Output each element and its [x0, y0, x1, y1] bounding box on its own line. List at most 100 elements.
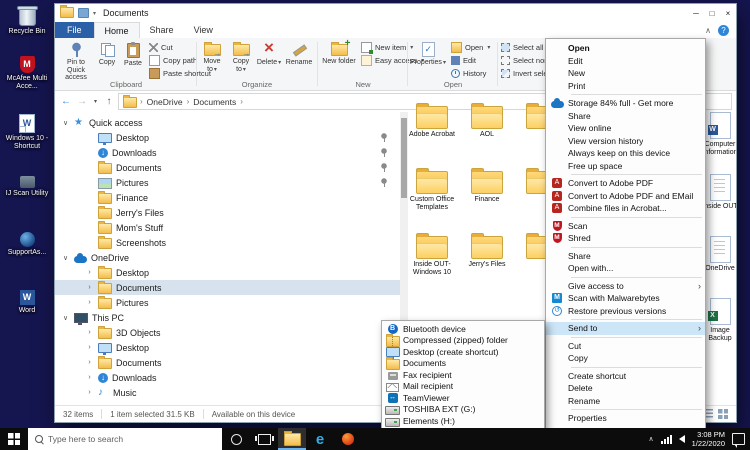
taskbar-clock[interactable]: 3:08 PM 1/22/2020 [692, 430, 725, 448]
context-menu-item-delete[interactable]: Delete [546, 382, 705, 395]
context-menu-item-open-with[interactable]: Open with... [546, 262, 705, 275]
nav-item-onedrive[interactable]: ∨OneDrive [55, 250, 400, 265]
send-to-item-compressed-zipped-folder[interactable]: Compressed (zipped) folder [382, 335, 544, 347]
edit-button[interactable]: Edit [451, 54, 490, 67]
rename-button[interactable]: Rename [284, 40, 314, 78]
file-item-custom-office-templates[interactable]: Custom Office Templates [406, 171, 458, 212]
nav-item-desktop[interactable]: ›Desktop [55, 340, 400, 355]
qat-customize-icon[interactable]: ▾ [93, 10, 96, 17]
send-to-item-teamviewer[interactable]: TeamViewer [382, 392, 544, 404]
edge-button[interactable]: e [306, 428, 334, 450]
browser-button[interactable] [334, 428, 362, 450]
minimize-button[interactable]: ─ [688, 4, 704, 22]
nav-item-screenshots[interactable]: Screenshots [55, 235, 400, 250]
context-menu-item-share[interactable]: Share [546, 250, 705, 263]
volume-icon[interactable] [679, 435, 685, 443]
context-menu-item-share[interactable]: Share [546, 110, 705, 123]
cortana-button[interactable] [222, 428, 250, 450]
paste-button[interactable]: Paste [120, 40, 146, 78]
context-menu-item-send-to[interactable]: Send to› [546, 322, 705, 335]
desktop-icon-recycle-bin[interactable]: Recycle Bin [2, 5, 52, 36]
maximize-button[interactable]: □ [704, 4, 720, 22]
move-to-button[interactable]: Move to▾ [198, 40, 226, 78]
nav-item-mom-s-stuff[interactable]: Mom's Stuff [55, 220, 400, 235]
context-menu-item-properties[interactable]: Properties [546, 412, 705, 425]
forward-button[interactable]: → [75, 96, 89, 107]
nav-item-jerry-s-files[interactable]: Jerry's Files [55, 205, 400, 220]
tab-share[interactable]: Share [140, 22, 184, 38]
network-icon[interactable] [661, 435, 672, 444]
copy-button[interactable]: Copy [95, 40, 119, 78]
nav-item-documents[interactable]: ›Documents [55, 280, 400, 295]
nav-item-music[interactable]: ›Music [55, 385, 400, 400]
context-menu-item-view-online[interactable]: View online [546, 122, 705, 135]
nav-item-documents[interactable]: ›Documents [55, 355, 400, 370]
file-item-aol[interactable]: AOL [461, 106, 513, 139]
nav-item-downloads[interactable]: ›Downloads [55, 370, 400, 385]
nav-item-quick-access[interactable]: ∨Quick access [55, 115, 400, 130]
context-menu-item-open[interactable]: Open [546, 42, 705, 55]
desktop-icon-ij-scan-utility[interactable]: IJ Scan Utility [2, 172, 52, 198]
send-to-item-fax-recipient[interactable]: Fax recipient [382, 369, 544, 381]
taskbar-search[interactable]: Type here to search [28, 428, 222, 450]
tab-file[interactable]: File [55, 22, 94, 38]
file-explorer-button[interactable] [278, 428, 306, 450]
context-menu-item-always-keep-on-this-device[interactable]: Always keep on this device [546, 147, 705, 160]
context-menu-item-rename[interactable]: Rename [546, 395, 705, 408]
context-menu-item-new[interactable]: New [546, 67, 705, 80]
context-menu-item-combine-files-in-acrobat[interactable]: Combine files in Acrobat... [546, 202, 705, 215]
recent-locations-icon[interactable]: ▾ [91, 98, 100, 105]
action-center-icon[interactable] [732, 433, 745, 445]
nav-item-desktop[interactable]: ›Desktop [55, 265, 400, 280]
delete-button[interactable]: Delete▾ [256, 40, 282, 78]
send-to-item-desktop-create-shortcut[interactable]: Desktop (create shortcut) [382, 346, 544, 358]
send-to-item-documents[interactable]: Documents [382, 358, 544, 370]
send-to-item-bluetooth-device[interactable]: Bluetooth device [382, 323, 544, 335]
quick-access-toolbar-icon[interactable] [78, 8, 89, 18]
breadcrumb-segment-onedrive[interactable]: OneDrive [146, 97, 184, 107]
properties-button[interactable]: Properties▾ [409, 40, 447, 78]
context-menu-item-convert-to-adobe-pdf-and-email[interactable]: Convert to Adobe PDF and EMail [546, 190, 705, 203]
context-menu-item-restore-previous-versions[interactable]: Restore previous versions [546, 305, 705, 318]
large-icons-view-icon[interactable] [718, 409, 728, 419]
context-menu-item-storage-84-full-get-more[interactable]: Storage 84% full - Get more [546, 97, 705, 110]
tab-home[interactable]: Home [94, 22, 140, 38]
context-menu-item-view-version-history[interactable]: View version history [546, 135, 705, 148]
start-button[interactable] [0, 428, 28, 450]
help-icon[interactable]: ? [718, 25, 729, 36]
breadcrumb-segment-documents[interactable]: Documents [192, 97, 237, 107]
tray-expand-icon[interactable]: ∧ [649, 435, 654, 443]
desktop-icon-windows-10-shortcut[interactable]: Windows 10 - Shortcut [2, 114, 52, 151]
nav-item-pictures[interactable]: Pictures [55, 175, 400, 190]
file-item-adobe-acrobat[interactable]: Adobe Acrobat [406, 106, 458, 139]
context-menu-item-copy[interactable]: Copy [546, 352, 705, 365]
open-button[interactable]: Open▾ [451, 41, 490, 54]
pin-to-quick-access-button[interactable]: Pin to Quick access [59, 40, 93, 78]
context-menu-item-convert-to-adobe-pdf[interactable]: Convert to Adobe PDF [546, 177, 705, 190]
context-menu-item-free-up-space[interactable]: Free up space [546, 160, 705, 173]
copy-to-button[interactable]: Copy to▾ [227, 40, 255, 78]
send-to-item-mail-recipient[interactable]: Mail recipient [382, 381, 544, 393]
context-menu-item-give-access-to[interactable]: Give access to› [546, 280, 705, 293]
nav-item-3d-objects[interactable]: ›3D Objects [55, 325, 400, 340]
titlebar[interactable]: ▾ Documents ─ □ × [55, 4, 736, 22]
nav-item-finance[interactable]: Finance [55, 190, 400, 205]
up-button[interactable]: ↑ [102, 96, 116, 107]
new-folder-button[interactable]: New folder [321, 40, 357, 78]
file-item-finance[interactable]: Finance [461, 171, 513, 204]
nav-item-documents[interactable]: Documents [55, 160, 400, 175]
context-menu-item-scan-with-malwarebytes[interactable]: Scan with Malwarebytes [546, 292, 705, 305]
file-item-jerry-s-files[interactable]: Jerry's Files [461, 236, 513, 269]
history-button[interactable]: History [451, 67, 490, 80]
desktop-icon-supportas[interactable]: SupportAs... [2, 232, 52, 257]
context-menu-item-print[interactable]: Print [546, 80, 705, 93]
ribbon-collapse-icon[interactable]: ∧ [705, 26, 711, 35]
file-item-inside-out-windows-10[interactable]: Inside OUT-Windows 10 [406, 236, 458, 277]
send-to-item-elements-h[interactable]: Elements (H:) [382, 415, 544, 427]
nav-item-desktop[interactable]: Desktop [55, 130, 400, 145]
context-menu-item-create-shortcut[interactable]: Create shortcut [546, 370, 705, 383]
nav-item-pictures[interactable]: ›Pictures [55, 295, 400, 310]
context-menu-item-shred[interactable]: Shred [546, 232, 705, 245]
send-to-item-toshiba-ext-g[interactable]: TOSHIBA EXT (G:) [382, 404, 544, 416]
context-menu-item-cut[interactable]: Cut [546, 340, 705, 353]
